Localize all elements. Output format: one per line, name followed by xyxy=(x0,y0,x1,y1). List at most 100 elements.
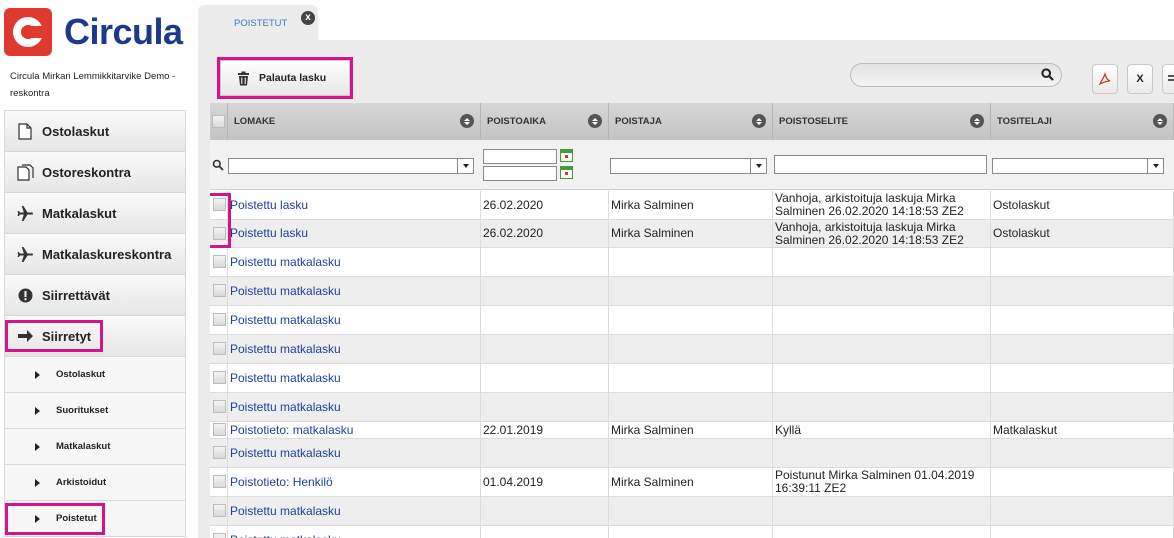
cell-lomake[interactable]: Poistotieto: Henkilö xyxy=(228,468,481,496)
cell-lomake[interactable]: Poistettu lasku xyxy=(228,191,481,219)
row-checkbox[interactable] xyxy=(213,533,226,538)
table-row[interactable]: Poistettu matkalasku xyxy=(210,439,1174,468)
row-checkbox[interactable] xyxy=(213,400,226,413)
cell-lomake[interactable]: Poistettu matkalasku xyxy=(228,335,481,363)
calendar-icon[interactable] xyxy=(560,149,573,162)
column-header-tositelaji[interactable]: TOSITELAJI xyxy=(991,103,1174,140)
column-header-lomake[interactable]: LOMAKE xyxy=(228,103,481,140)
nav-item-matkalaskureskontra[interactable]: Matkalaskureskontra xyxy=(4,234,186,275)
subnav-item-arkistoidut[interactable]: Arkistoidut xyxy=(4,465,186,501)
cell-lomake-text[interactable]: Poistettu matkalasku xyxy=(228,504,341,518)
table-row[interactable]: Poistettu lasku 26.02.2020 Mirka Salminen V… xyxy=(210,220,1174,248)
table-row[interactable]: Poistettu matkalasku xyxy=(210,526,1174,538)
cell-lomake-text[interactable]: Poistettu matkalasku xyxy=(228,400,341,414)
row-checkbox[interactable] xyxy=(213,423,226,436)
poistaja-filter-select[interactable] xyxy=(610,158,767,174)
cell-lomake-text[interactable]: Poistettu matkalasku xyxy=(228,533,341,538)
cell-lomake-text[interactable]: Poistettu lasku xyxy=(228,227,308,240)
table-row[interactable]: Poistotieto: Henkilö 01.04.2019 Mirka Salm… xyxy=(210,468,1174,497)
excel-export-button[interactable]: X xyxy=(1127,64,1153,94)
table-row[interactable]: Poistettu matkalasku xyxy=(210,248,1174,277)
main-nav: Ostolaskut Ostoreskontra Matkalaskut Mat… xyxy=(4,110,186,537)
lomake-filter-select[interactable] xyxy=(228,158,474,174)
sidebar: Circula Circula Mirkan Lemmikkitarvike D… xyxy=(0,0,187,538)
pdf-export-button[interactable] xyxy=(1092,64,1118,94)
calendar-icon[interactable] xyxy=(560,166,573,179)
cell-lomake[interactable]: Poistettu matkalasku xyxy=(228,248,481,276)
poistoselite-filter-input[interactable] xyxy=(774,155,987,174)
filter-row xyxy=(210,140,1174,190)
cell-lomake-text[interactable]: Poistettu matkalasku xyxy=(228,371,341,385)
cell-lomake[interactable]: Poistettu matkalasku xyxy=(228,497,481,525)
subnav-item-suoritukset[interactable]: Suoritukset xyxy=(4,393,186,429)
sort-icon[interactable] xyxy=(1153,114,1167,128)
table-row[interactable]: Poistettu matkalasku xyxy=(210,277,1174,306)
select-all-checkbox[interactable] xyxy=(212,115,225,128)
cell-lomake[interactable]: Poistettu matkalasku xyxy=(228,277,481,305)
cell-lomake[interactable]: Poistettu lasku xyxy=(228,220,481,247)
cell-lomake-text[interactable]: Poistotieto: matkalasku xyxy=(228,423,353,437)
more-export-button[interactable] xyxy=(1162,64,1174,94)
trash-icon xyxy=(237,71,250,86)
table-row[interactable]: Poistettu lasku 26.02.2020 Mirka Salminen V… xyxy=(210,191,1174,220)
cell-select xyxy=(210,306,228,334)
cell-lomake[interactable]: Poistettu matkalasku xyxy=(228,364,481,392)
cell-lomake[interactable]: Poistettu matkalasku xyxy=(228,393,481,421)
table-row[interactable]: Poistettu matkalasku xyxy=(210,393,1174,422)
cell-lomake-text[interactable]: Poistettu lasku xyxy=(228,198,308,212)
cell-poistoaika xyxy=(481,364,609,392)
cell-lomake-text[interactable]: Poistettu matkalasku xyxy=(228,446,341,460)
search-icon[interactable] xyxy=(1041,68,1055,82)
nav-item-ostolaskut[interactable]: Ostolaskut xyxy=(4,111,186,152)
nav-item-ostoreskontra[interactable]: Ostoreskontra xyxy=(4,152,186,193)
sort-icon[interactable] xyxy=(460,114,474,128)
row-checkbox[interactable] xyxy=(213,255,226,268)
siirretyt-highlight xyxy=(5,320,103,352)
tab-poistetut[interactable]: POISTETUT x xyxy=(198,5,318,40)
row-checkbox[interactable] xyxy=(213,371,226,384)
column-header-poistoselite[interactable]: POISTOSELITE xyxy=(773,103,991,140)
cell-lomake-text[interactable]: Poistettu matkalasku xyxy=(228,284,341,298)
subnav-item-matkalaskut[interactable]: Matkalaskut xyxy=(4,429,186,465)
row-checkbox[interactable] xyxy=(213,342,226,355)
subnav-item-poistetut[interactable]: Poistetut xyxy=(4,501,186,537)
column-header-poistoaika[interactable]: POISTOAIKA xyxy=(481,103,609,140)
cell-select xyxy=(210,248,228,276)
tositelaji-filter-select[interactable] xyxy=(992,158,1164,174)
cell-tositelaji xyxy=(991,306,1174,334)
cell-poistoselite xyxy=(773,393,991,421)
cell-select xyxy=(210,364,228,392)
table-row[interactable]: Poistettu matkalasku xyxy=(210,335,1174,364)
row-checkbox[interactable] xyxy=(213,284,226,297)
sort-icon[interactable] xyxy=(588,114,602,128)
sort-icon[interactable] xyxy=(970,114,984,128)
cell-lomake[interactable]: Poistettu matkalasku xyxy=(228,306,481,334)
cell-lomake-text[interactable]: Poistettu matkalasku xyxy=(228,313,341,327)
search-input[interactable] xyxy=(850,63,1062,87)
table-row[interactable]: Poistettu matkalasku xyxy=(210,497,1174,526)
nav-item-matkalaskut[interactable]: Matkalaskut xyxy=(4,193,186,234)
row-checkbox[interactable] xyxy=(213,446,226,459)
nav-item-siirretyt[interactable]: Siirretyt xyxy=(4,316,186,357)
circula-logo[interactable]: Circula xyxy=(4,8,186,56)
row-checkbox[interactable] xyxy=(213,475,226,488)
row-checkbox[interactable] xyxy=(213,504,226,517)
nav-item-siirrettavat[interactable]: Siirrettävät xyxy=(4,275,186,316)
cell-lomake-text[interactable]: Poistettu matkalasku xyxy=(228,342,341,356)
cell-lomake[interactable]: Poistotieto: matkalasku xyxy=(228,422,481,438)
subnav-item-ostolaskut[interactable]: Ostolaskut xyxy=(4,357,186,393)
poistoaika-from-field[interactable] xyxy=(483,149,557,164)
column-header-poistaja[interactable]: POISTAJA xyxy=(609,103,773,140)
sort-icon[interactable] xyxy=(752,114,766,128)
cell-lomake-text[interactable]: Poistotieto: Henkilö xyxy=(228,475,333,489)
cell-lomake[interactable]: Poistettu matkalasku xyxy=(228,526,481,538)
cell-lomake[interactable]: Poistettu matkalasku xyxy=(228,439,481,467)
close-icon[interactable]: x xyxy=(301,11,315,25)
restore-invoice-button[interactable]: Palauta lasku xyxy=(217,57,353,99)
cell-lomake-text[interactable]: Poistettu matkalasku xyxy=(228,255,341,269)
table-row[interactable]: Poistettu matkalasku xyxy=(210,364,1174,393)
row-checkbox[interactable] xyxy=(213,313,226,326)
poistoaika-to-field[interactable] xyxy=(483,166,557,181)
table-row[interactable]: Poistotieto: matkalasku 22.01.2019 Mirka S… xyxy=(210,422,1174,439)
table-row[interactable]: Poistettu matkalasku xyxy=(210,306,1174,335)
